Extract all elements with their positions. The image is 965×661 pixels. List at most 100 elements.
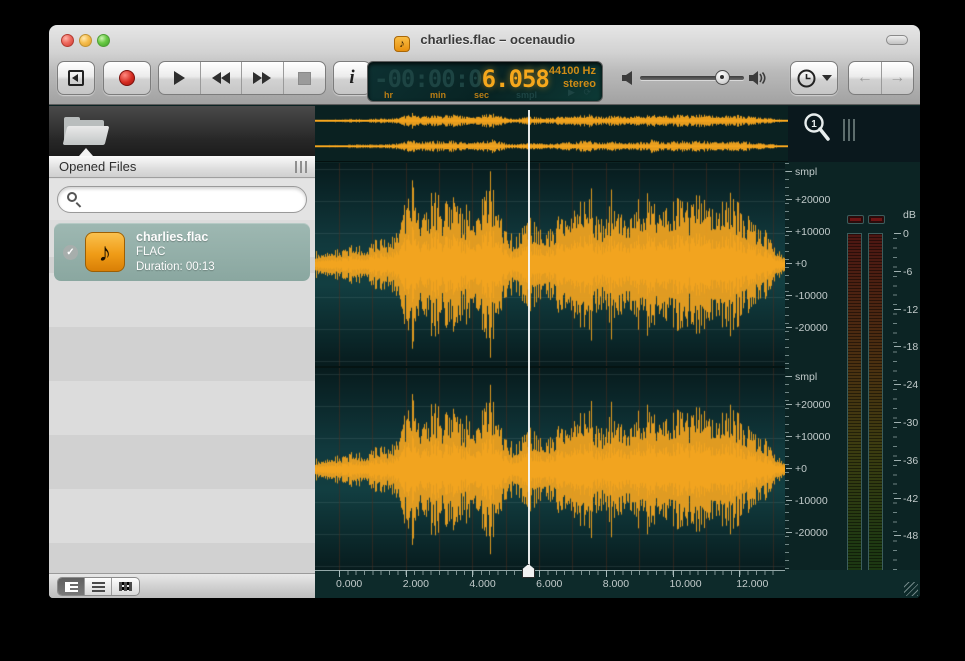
scale-label: -20000 <box>795 527 828 539</box>
scale-label: -20000 <box>795 322 828 334</box>
search-field[interactable] <box>57 186 307 213</box>
sample-rate: 44100 Hz <box>549 65 596 78</box>
window-resize-grip[interactable] <box>904 582 918 596</box>
db-label: 0 <box>903 228 909 240</box>
level-meter-left <box>847 233 862 598</box>
amplitude-scale-ch1: smpl+20000+10000+0-10000-20000 <box>785 163 847 366</box>
speaker-low-icon <box>622 71 635 85</box>
db-label: -36 <box>903 455 918 467</box>
axis-label: 4.000 <box>469 578 495 590</box>
time-ruler[interactable]: 0.0002.0004.0006.0008.00010.00012.000 <box>315 570 920 598</box>
record-button[interactable] <box>103 61 151 95</box>
axis-label: 10.000 <box>670 578 702 590</box>
file-duration: Duration: 00:13 <box>136 260 215 275</box>
file-list[interactable]: ✓ ♪ charlies.flac FLAC Duration: 00:13 <box>49 179 315 573</box>
sidebar: Opened Files ✓ ♪ charlies.flac FLAC Dura… <box>49 106 315 598</box>
file-list-item[interactable]: ✓ ♪ charlies.flac FLAC Duration: 00:13 <box>54 223 310 281</box>
window-chrome: ♪ charlies.flac – ocenaudio i <box>49 25 920 105</box>
back-button[interactable]: ← <box>849 62 882 94</box>
view-grid-button[interactable] <box>112 578 139 595</box>
scale-label: +20000 <box>795 194 830 206</box>
unit-min: min <box>430 90 446 100</box>
skip-to-start-button[interactable] <box>57 61 95 95</box>
forward-button[interactable]: → <box>882 62 914 94</box>
sidebar-toolbar <box>49 106 315 156</box>
view-list-icon <box>92 582 105 592</box>
time-digits-dim: -00:00:0 <box>374 65 482 93</box>
transport-group <box>158 61 326 95</box>
scale-label: -10000 <box>795 290 828 302</box>
unit-sec: sec <box>474 90 489 100</box>
axis-label: 6.000 <box>536 578 562 590</box>
info-button[interactable]: i <box>333 61 371 95</box>
search-input[interactable] <box>88 190 298 209</box>
level-meter-right <box>868 233 883 598</box>
clip-indicator-right[interactable] <box>868 215 885 224</box>
scale-label: -10000 <box>795 495 828 507</box>
overview-right-panel: 1 <box>788 106 920 162</box>
view-details-button[interactable] <box>58 578 85 595</box>
sidebar-statusbar <box>49 573 315 598</box>
file-name: charlies.flac <box>136 230 215 245</box>
fast-forward-icon-2 <box>262 72 271 84</box>
unit-hr: hr <box>384 90 393 100</box>
unit-smpl: smpl <box>516 90 537 100</box>
waveform-channel-2[interactable] <box>315 368 785 571</box>
db-minor-ticks <box>893 238 897 598</box>
stop-button[interactable] <box>284 62 325 94</box>
file-format: FLAC <box>136 245 215 260</box>
panel-grip-icon[interactable] <box>295 161 307 173</box>
fast-forward-icon <box>253 72 262 84</box>
volume-slider-knob[interactable] <box>715 70 730 85</box>
editor-area: 1 smpl+20000+10000+0-10000-20000 smpl+20… <box>315 106 920 598</box>
zoom-one-to-one-icon[interactable]: 1 <box>802 112 832 144</box>
loop-play-dim-icons: ▶ ⟳ <box>568 87 594 98</box>
file-meta: charlies.flac FLAC Duration: 00:13 <box>136 230 215 275</box>
stop-icon <box>298 72 311 85</box>
meters-panel: smpl+20000+10000+0-10000-20000 smpl+2000… <box>785 163 920 598</box>
opened-files-folder-icon[interactable] <box>64 117 108 145</box>
back-arrow-icon: ← <box>857 69 873 87</box>
overview-waveform[interactable] <box>315 106 788 162</box>
axis-label: 2.000 <box>403 578 429 590</box>
title-note-icon: ♪ <box>394 36 410 52</box>
axis-label: 0.000 <box>336 578 362 590</box>
db-label: -30 <box>903 417 918 429</box>
app-window: ♪ charlies.flac – ocenaudio i <box>49 25 920 598</box>
waveform-channel-1[interactable] <box>315 163 785 366</box>
rewind-button[interactable] <box>201 62 243 94</box>
db-scale-header: dB <box>903 209 916 221</box>
clip-indicator-left[interactable] <box>847 215 864 224</box>
opened-files-title: Opened Files <box>59 159 136 174</box>
scale-label: +0 <box>795 258 807 270</box>
chevron-down-icon <box>822 75 832 81</box>
rewind-icon-2 <box>221 72 230 84</box>
view-details-icon <box>65 582 78 592</box>
fast-forward-button[interactable] <box>242 62 284 94</box>
view-list-button[interactable] <box>85 578 112 595</box>
db-label: -24 <box>903 379 918 391</box>
titlebar[interactable]: ♪ charlies.flac – ocenaudio <box>49 25 920 55</box>
db-label: -6 <box>903 266 912 278</box>
opened-files-header[interactable]: Opened Files <box>49 156 315 178</box>
panel-notch <box>79 148 93 156</box>
speaker-high-icon <box>749 71 767 85</box>
playhead-line[interactable] <box>528 110 530 570</box>
recent-times-button[interactable] <box>790 61 838 95</box>
scale-label: smpl <box>795 166 817 178</box>
db-label: -48 <box>903 530 918 542</box>
audio-file-icon: ♪ <box>85 232 125 272</box>
window-title: charlies.flac – ocenaudio <box>420 32 575 47</box>
history-nav-group: ← → <box>848 61 914 95</box>
toolbar-toggle-button[interactable] <box>886 35 908 45</box>
overview-grip-icon[interactable] <box>843 119 855 141</box>
play-button[interactable] <box>159 62 201 94</box>
view-mode-group <box>57 577 140 596</box>
time-display[interactable]: -00:00:06.058 hr min sec smpl 44100 Hz s… <box>367 61 603 102</box>
play-icon <box>174 71 185 85</box>
rewind-icon <box>212 72 221 84</box>
scale-label: smpl <box>795 371 817 383</box>
time-digits-lit: 6.058 <box>482 65 549 93</box>
scale-label: +10000 <box>795 431 830 443</box>
clock-icon <box>797 69 816 88</box>
